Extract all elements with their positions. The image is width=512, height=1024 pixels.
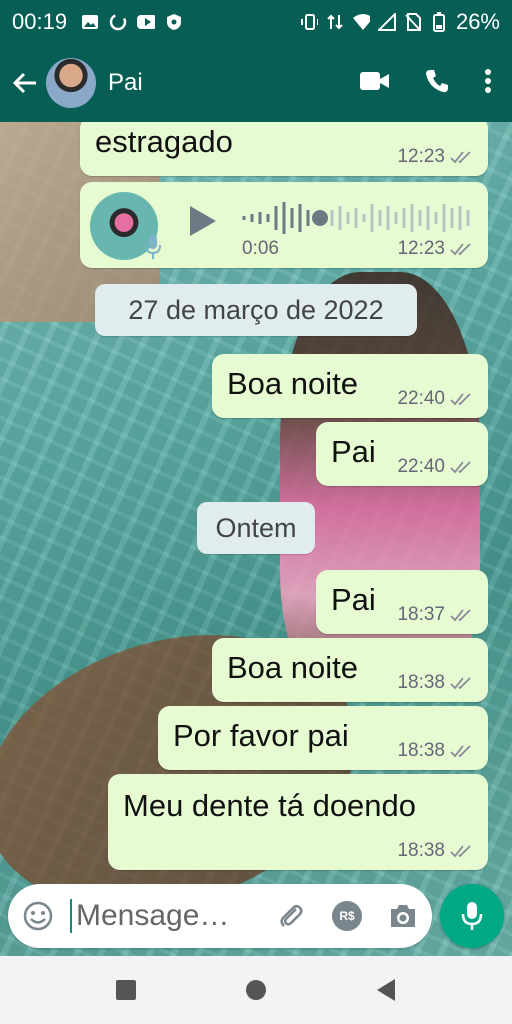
status-bar: 00:19 26% xyxy=(0,0,512,44)
message-input[interactable] xyxy=(70,899,240,933)
message-text: Meu dente tá doendo xyxy=(123,788,417,823)
double-check-icon xyxy=(450,393,471,406)
audio-duration: 0:06 xyxy=(242,238,279,259)
play-icon[interactable] xyxy=(188,204,218,238)
message-bubble[interactable]: estragado 12:23 xyxy=(80,122,488,176)
camera-icon[interactable] xyxy=(388,903,418,929)
message-time: 12:23 xyxy=(397,146,445,167)
message-bubble[interactable]: Boa noite 22:40 xyxy=(212,354,488,418)
recents-button[interactable] xyxy=(114,978,138,1002)
data-transfer-icon xyxy=(326,13,344,31)
message-time: 12:23 xyxy=(397,238,445,259)
vibrate-icon xyxy=(300,13,318,31)
no-sim-icon xyxy=(404,13,422,31)
message-text: Pai xyxy=(331,582,376,617)
contact-name[interactable]: Pai xyxy=(108,69,143,97)
phone-icon[interactable] xyxy=(424,68,450,99)
youtube-icon xyxy=(137,13,156,31)
message-text: Boa noite xyxy=(227,650,358,685)
avatar[interactable] xyxy=(46,58,96,108)
signal-icon xyxy=(377,13,396,31)
emoji-icon[interactable] xyxy=(22,900,54,932)
audio-scrubber[interactable] xyxy=(312,210,328,226)
message-time: 22:40 xyxy=(397,456,445,477)
message-composer: R$ xyxy=(8,884,432,948)
message-time: 22:40 xyxy=(397,388,445,409)
audio-waveform[interactable] xyxy=(240,200,476,236)
payment-icon[interactable]: R$ xyxy=(332,901,362,931)
double-check-icon xyxy=(450,677,471,690)
home-button[interactable] xyxy=(244,978,268,1002)
chat-area[interactable]: estragado 12:23 0:06 12:23 27 de março d… xyxy=(0,122,512,956)
battery-percent: 26% xyxy=(455,9,500,34)
back-button[interactable] xyxy=(374,978,398,1002)
audio-message[interactable]: 0:06 12:23 xyxy=(80,182,488,268)
message-bubble[interactable]: Boa noite 18:38 xyxy=(212,638,488,702)
arrow-left-icon[interactable] xyxy=(10,68,40,98)
video-call-icon[interactable] xyxy=(360,71,390,96)
mic-icon xyxy=(145,235,161,259)
message-time: 18:38 xyxy=(397,740,445,761)
chat-header: Pai xyxy=(0,44,512,122)
double-check-icon xyxy=(450,845,471,858)
gallery-icon xyxy=(81,13,99,31)
message-bubble[interactable]: Pai 18:37 xyxy=(316,570,488,634)
more-vertical-icon[interactable] xyxy=(484,68,492,99)
mic-icon xyxy=(461,902,483,930)
swirl-icon xyxy=(109,13,127,31)
attach-icon[interactable] xyxy=(276,901,306,931)
message-text: Pai xyxy=(331,434,376,469)
message-bubble[interactable]: Por favor pai 18:38 xyxy=(158,706,488,770)
message-time: 18:37 xyxy=(397,604,445,625)
message-text: estragado xyxy=(95,124,233,159)
double-check-icon xyxy=(450,243,471,256)
double-check-icon xyxy=(450,609,471,622)
message-text: Por favor pai xyxy=(173,718,349,753)
double-check-icon xyxy=(450,461,471,474)
date-divider: 27 de março de 2022 xyxy=(95,284,417,336)
double-check-icon xyxy=(450,745,471,758)
double-check-icon xyxy=(450,151,471,164)
message-time: 18:38 xyxy=(397,840,445,861)
message-bubble[interactable]: Meu dente tá doendo 18:38 xyxy=(108,774,488,870)
battery-icon xyxy=(430,12,448,32)
mic-button[interactable] xyxy=(440,884,504,948)
wifi-icon xyxy=(352,13,370,31)
message-bubble[interactable]: Pai 22:40 xyxy=(316,422,488,486)
shield-icon xyxy=(165,13,183,31)
system-navbar xyxy=(0,956,512,1024)
date-divider: Ontem xyxy=(197,502,315,554)
message-time: 18:38 xyxy=(397,672,445,693)
message-text: Boa noite xyxy=(227,366,358,401)
status-time: 00:19 xyxy=(12,9,68,34)
